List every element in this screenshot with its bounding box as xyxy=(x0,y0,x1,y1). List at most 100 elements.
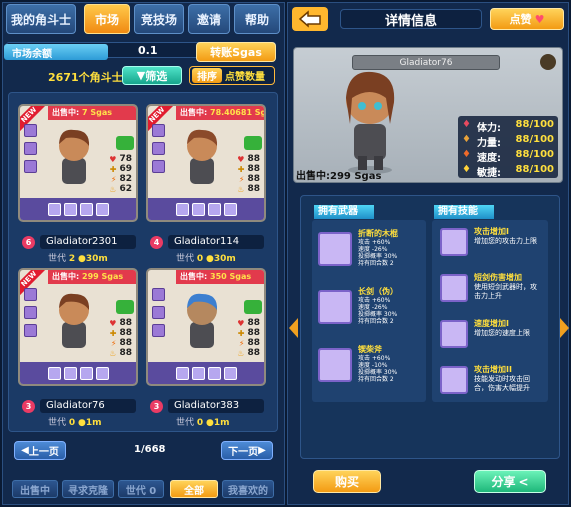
weapon-slot xyxy=(152,288,165,301)
gladiator-card[interactable]: NEW 出售中: 299 Sgas ♥ 88 ✚ 88 ⚡ 88 ♨ 88 xyxy=(18,268,138,386)
prev-page-button[interactable]: ◀ 上一页 xyxy=(14,441,66,460)
weapon-item[interactable]: 折断的木棍 攻击 +60% 速度 -26% 投掷概率 30% 持有回合数 2 xyxy=(314,226,422,276)
buy-button[interactable]: 购买 xyxy=(313,470,381,493)
price-value: 78.40681 Sgas xyxy=(210,108,264,117)
sort-value[interactable]: 点赞数量 xyxy=(225,68,265,83)
skill-desc: 增加您的速度上限 xyxy=(474,329,530,337)
card-price: 出售中: 299 Sgas xyxy=(48,270,136,284)
next-page-label: 下一页 xyxy=(228,447,259,458)
agility-icon: ♨ xyxy=(237,184,245,194)
skill-name: 短剑伤害增加 xyxy=(474,273,522,282)
detail-stat-row: ♦ 敏捷: 88/100 xyxy=(462,164,554,179)
stat-value: 88/100 xyxy=(515,164,554,175)
skill-item[interactable]: 攻击增加I 增加您的攻击力上限 xyxy=(436,224,544,268)
card-stat: ♨ 62 xyxy=(109,184,132,194)
weapon-name: 长剑（伪） xyxy=(358,287,398,296)
card-stat: ⚡ 88 xyxy=(239,174,260,184)
stat-value: 88 xyxy=(119,338,132,348)
gladiator-card[interactable]: NEW出售中: 78.40681 Sgas♥88✚88⚡88♨88 xyxy=(146,104,266,222)
gladiator-card[interactable]: 出售中: 350 Sgas ♥ 88 ✚ 88 ⚡ 88 ♨ 88 xyxy=(146,268,266,386)
weapon-slot xyxy=(152,124,165,137)
filter-tab-favorites[interactable]: 我喜欢的 xyxy=(222,480,274,498)
card-price: 出售中: 7 Sgas xyxy=(48,106,136,120)
transfer-sgas-button[interactable]: 转账Sgas xyxy=(196,42,276,62)
weapon-icon xyxy=(318,232,352,266)
filter-icon: ▼ xyxy=(136,69,146,82)
gen-value: 0 xyxy=(68,418,76,428)
tab-help[interactable]: 帮助 xyxy=(234,4,280,34)
skill-slot xyxy=(79,366,93,380)
skill-icon xyxy=(440,366,468,394)
skill-icon xyxy=(440,228,468,256)
skill-item[interactable]: 速度增加I 增加您的速度上限 xyxy=(436,316,544,360)
gen-value: 0 xyxy=(196,418,204,428)
filter-tab-on-sale[interactable]: 出售中 xyxy=(12,480,58,498)
heart-icon: ♥ xyxy=(237,154,245,164)
skill-item[interactable]: 攻击增加II 技能发动时攻击回合，伤害大幅提升 xyxy=(436,362,544,406)
next-gladiator-arrow[interactable] xyxy=(560,318,569,338)
tab-my-gladiators[interactable]: 我的角斗士 xyxy=(6,4,76,34)
weapon-slot xyxy=(152,324,165,337)
filter-tab-gen0[interactable]: 世代 0 xyxy=(118,480,164,498)
skill-item[interactable]: 短剑伤害增加 使用短剑武器时，攻击力上升 xyxy=(436,270,544,314)
prev-gladiator-arrow[interactable] xyxy=(289,318,298,338)
like-button[interactable]: 点赞 ♥ xyxy=(490,8,564,30)
stat-value: 88 xyxy=(247,318,260,328)
level-heart-icon: 6 xyxy=(22,236,35,249)
skill-slot xyxy=(191,202,205,216)
back-button[interactable] xyxy=(292,7,328,31)
weapon-item[interactable]: 长剑（伪） 攻击 +60% 速度 -26% 投掷概率 30% 持有回合数 2 xyxy=(314,284,422,334)
gladiator-name: Gladiator76 xyxy=(40,399,136,413)
tab-market[interactable]: 市场 xyxy=(84,4,130,34)
next-page-button[interactable]: 下一页 ▶ xyxy=(221,441,273,460)
price-prefix: 出售中: xyxy=(52,108,80,117)
gladiator-avatar xyxy=(187,293,218,348)
gladiator-name: Gladiator2301 xyxy=(40,235,136,249)
time-value: 30m xyxy=(213,254,236,264)
gen-value: 0 xyxy=(196,254,204,264)
stat-value: 88 xyxy=(247,184,260,194)
strength-icon: ✚ xyxy=(237,328,245,338)
weapon-gem-icon xyxy=(244,300,262,314)
weapon-item[interactable]: 锲柴斧 攻击 +60% 速度 -10% 投掷概率 30% 持有回合数 2 xyxy=(314,342,422,392)
generation-info: 世代 2 ●30m xyxy=(48,251,108,264)
sort-label: 排序 xyxy=(192,68,222,83)
market-balance-label: 市场余额 xyxy=(4,44,108,60)
stat-icon: ♦ xyxy=(462,119,471,130)
detail-title: 详情信息 xyxy=(340,9,482,29)
level-heart-icon: 3 xyxy=(150,400,163,413)
tab-invite[interactable]: 邀请 xyxy=(188,4,230,34)
weapon-slot xyxy=(24,142,37,155)
filter-button[interactable]: ▼ 筛选 xyxy=(122,66,182,85)
stat-value: 88 xyxy=(119,318,132,328)
skill-slot xyxy=(79,202,93,216)
detail-stat-row: ♦ 力量: 88/100 xyxy=(462,134,554,149)
stat-value: 62 xyxy=(119,184,132,194)
filter-tab-all[interactable]: 全部 xyxy=(170,480,218,498)
card-stat: ⚡ 88 xyxy=(239,338,260,348)
share-button[interactable]: 分享 < xyxy=(474,470,546,493)
filter-label: 筛选 xyxy=(145,69,168,83)
heart-icon: ♥ xyxy=(109,154,117,164)
time-value: 1m xyxy=(213,418,230,428)
stat-label: 敏捷: xyxy=(476,168,501,179)
skill-slot xyxy=(47,202,61,216)
stat-icon: ♦ xyxy=(462,134,471,145)
filter-tab-clone[interactable]: 寻求克隆 xyxy=(62,480,114,498)
strength-icon: ✚ xyxy=(109,164,117,174)
card-stat: ✚ 69 xyxy=(110,164,132,174)
skill-desc: 增加您的攻击力上限 xyxy=(474,237,537,245)
tab-arena[interactable]: 竞技场 xyxy=(134,4,184,34)
stat-value: 78 xyxy=(119,154,132,164)
skill-slot xyxy=(175,202,189,216)
card-stat: ♥ 88 xyxy=(237,318,260,328)
weapon-slot xyxy=(24,124,37,137)
card-stat: ✚ 88 xyxy=(238,328,260,338)
clock-icon: ● xyxy=(206,254,214,264)
card-price: 出售中: 78.40681 Sgas xyxy=(176,106,264,120)
skill-slot xyxy=(207,202,221,216)
card-stat: ♨ 88 xyxy=(109,348,132,358)
gladiator-card[interactable]: NEW 出售中: 7 Sgas ♥ 78 ✚ 69 ⚡ 82 ♨ 62 xyxy=(18,104,138,222)
price-prefix: 出售中: xyxy=(52,272,80,281)
weapons-header: 拥有武器 xyxy=(314,205,374,219)
